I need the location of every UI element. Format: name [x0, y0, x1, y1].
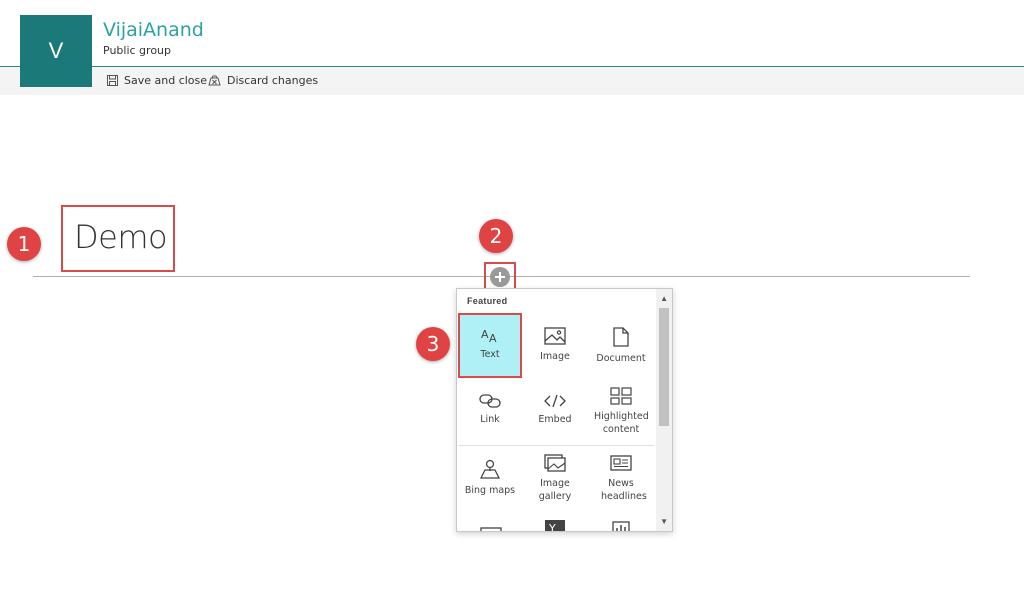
svg-text:Y: Y — [548, 522, 556, 532]
highlighted-content-icon — [610, 387, 632, 405]
add-webpart-button[interactable] — [490, 267, 510, 287]
webpart-label: News headlines — [601, 478, 647, 502]
group-logo[interactable]: V — [20, 15, 92, 87]
image-gallery-icon — [544, 454, 566, 472]
webpart-label: Image gallery — [538, 478, 572, 502]
image-icon — [544, 327, 566, 345]
site-title[interactable]: VijaiAnand — [103, 19, 204, 41]
step-2-badge: 2 — [479, 219, 513, 253]
news-headlines-icon — [610, 455, 632, 471]
scroll-up-arrow-icon[interactable]: ▲ — [660, 294, 668, 303]
webpart-label: Bing maps — [464, 485, 516, 496]
toolbox-section-label: Featured — [467, 296, 508, 306]
row-separator — [458, 445, 654, 446]
webpart-embed[interactable]: Embed — [523, 394, 587, 426]
partial-webpart-icon — [480, 527, 502, 531]
webpart-image-gallery[interactable]: Image gallery — [523, 454, 587, 503]
save-icon — [107, 75, 118, 86]
document-icon — [613, 327, 629, 347]
webpart-toolbox: Featured ▲ ▼ A A Text Image Document Lin… — [456, 288, 673, 532]
bing-maps-icon — [480, 459, 500, 479]
save-and-close-button[interactable]: Save and close — [107, 74, 207, 87]
partial-webpart-icon: Y — [545, 520, 565, 532]
webpart-highlighted-content[interactable]: Highlighted content — [589, 387, 653, 436]
link-icon — [479, 394, 501, 408]
plus-icon — [495, 272, 505, 282]
discard-changes-button[interactable]: Discard changes — [208, 74, 318, 87]
svg-text:A: A — [489, 332, 497, 343]
page-title[interactable]: Demo — [74, 218, 168, 256]
svg-text:A: A — [481, 328, 489, 341]
discard-changes-label: Discard changes — [227, 74, 319, 87]
toolbox-scrollbar[interactable]: ▲ ▼ — [656, 289, 672, 531]
step-1-badge: 1 — [7, 227, 41, 261]
webpart-news-headlines[interactable]: News headlines — [589, 454, 653, 503]
webpart-bing-maps[interactable]: Bing maps — [458, 459, 522, 497]
scroll-down-arrow-icon[interactable]: ▼ — [660, 517, 668, 526]
embed-icon — [544, 394, 566, 408]
save-and-close-label: Save and close — [124, 74, 208, 87]
webpart-label: Link — [480, 414, 500, 425]
text-icon: A A — [481, 328, 497, 343]
discard-icon — [208, 75, 221, 86]
site-header: VijaiAnand Public group — [0, 0, 1024, 67]
webpart-document[interactable]: Document — [589, 327, 653, 365]
webpart-label: Document — [596, 353, 646, 364]
step-3-badge: 3 — [416, 327, 450, 361]
webpart-label: Highlighted content — [594, 411, 649, 435]
webpart-label: Embed — [538, 414, 572, 425]
webpart-text[interactable]: A A Text — [458, 313, 522, 378]
webpart-image[interactable]: Image — [523, 327, 587, 363]
webpart-label: Image — [540, 351, 570, 362]
webpart-label: Text — [480, 349, 500, 360]
command-bar: Save and close Discard changes — [0, 67, 1024, 95]
partial-webpart-icon — [612, 521, 630, 531]
webpart-link[interactable]: Link — [458, 394, 522, 426]
site-subtitle: Public group — [103, 44, 171, 57]
scroll-thumb[interactable] — [659, 308, 669, 426]
